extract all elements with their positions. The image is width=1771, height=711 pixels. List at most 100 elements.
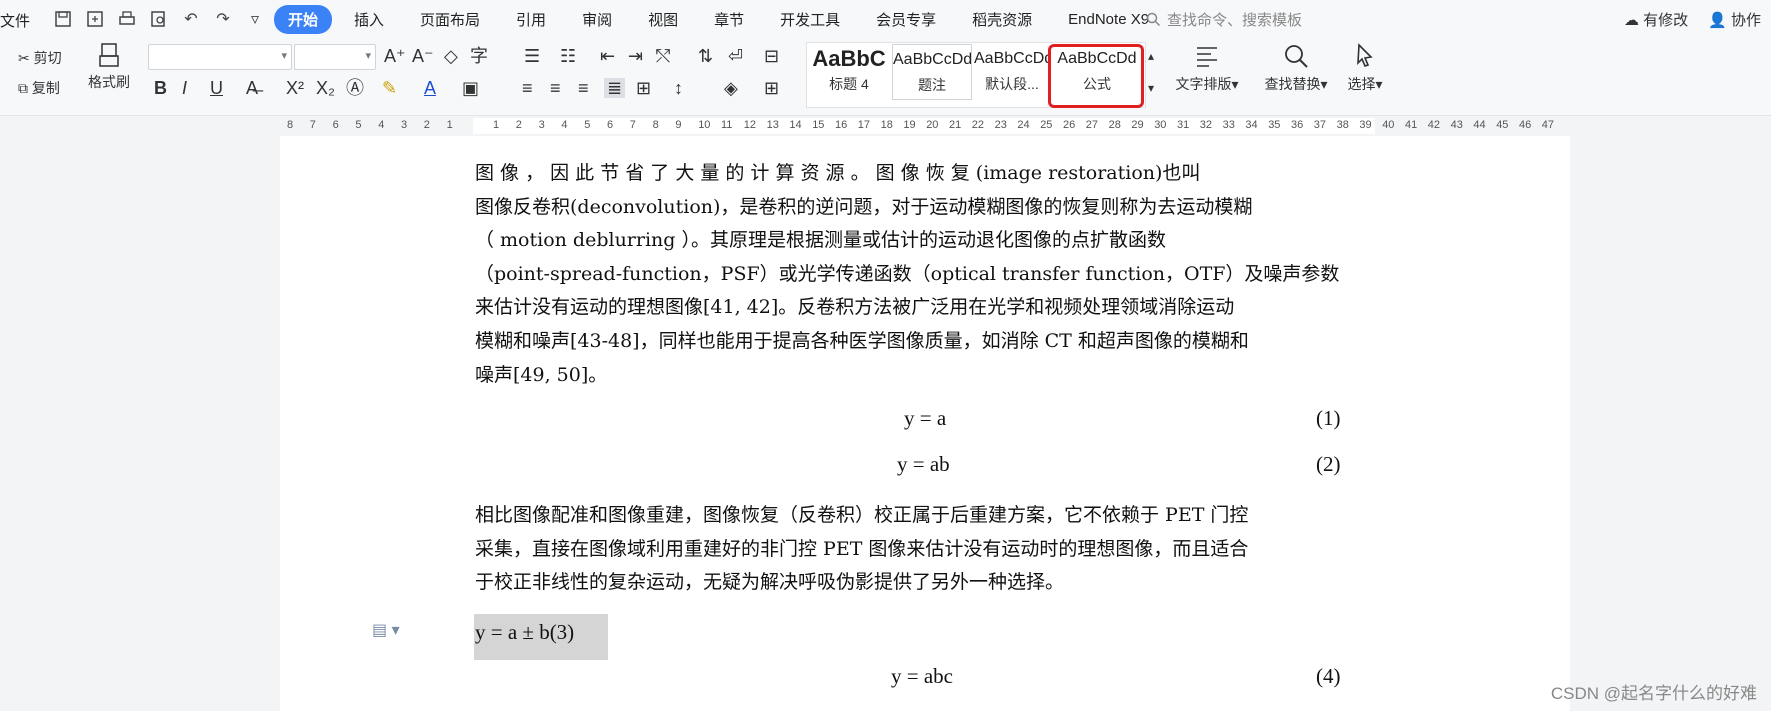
export-icon[interactable] xyxy=(84,8,106,30)
clear-format-icon[interactable]: ◇ xyxy=(444,46,458,66)
undo-icon[interactable]: ↶ xyxy=(180,8,202,30)
text-line: 图 像 ， 因 此 节 省 了 大 量 的 计 算 资 源 。 图 像 恢 复 … xyxy=(475,162,1201,184)
text-line: 模糊和噪声[43-48]，同样也能用于提高各种医学图像质量，如消除 CT 和超声… xyxy=(475,330,1249,352)
paragraph-mark-icon[interactable]: ⏎ xyxy=(728,46,743,66)
tab-docer[interactable]: 稻壳资源 xyxy=(958,5,1046,34)
ruler-tick-label: 6 xyxy=(332,119,339,131)
styles-scroll-down-icon[interactable]: ▾ xyxy=(1148,78,1154,98)
font-name-select[interactable] xyxy=(148,44,292,70)
equation-1-number: (1) xyxy=(1316,406,1341,430)
align-left-icon[interactable]: ≡ xyxy=(522,78,533,98)
ruler-tick-label: 27 xyxy=(1085,119,1099,131)
customize-toolbar-icon[interactable]: ▿ xyxy=(244,8,266,30)
tab-ruler-icon[interactable]: ⊟ xyxy=(764,46,779,66)
char-border-icon[interactable]: ▣ xyxy=(462,78,479,98)
has-changes-button[interactable]: ☁ 有修改 xyxy=(1624,9,1688,30)
ruler-tick-label: 14 xyxy=(789,119,802,131)
borders-icon[interactable]: ⊞ xyxy=(764,78,779,98)
strikethrough-icon[interactable]: A̶ xyxy=(246,78,258,98)
font-size-select[interactable] xyxy=(294,44,376,70)
superscript-icon[interactable]: X² xyxy=(286,78,304,98)
tab-references[interactable]: 引用 xyxy=(502,5,560,34)
style-default-paragraph[interactable]: AaBbCcDd 默认段... xyxy=(974,44,1050,100)
shrink-font-icon[interactable]: A⁻ xyxy=(412,46,434,66)
text-layout-icon xyxy=(1197,47,1217,67)
decrease-indent-icon[interactable]: ⇤ xyxy=(600,46,615,66)
subscript-icon[interactable]: X₂ xyxy=(316,78,335,98)
format-painter-button[interactable]: 格式刷 xyxy=(84,42,134,92)
command-search[interactable]: 查找命令、搜索模板 xyxy=(1146,9,1302,30)
ruler-tick-label: 28 xyxy=(1108,119,1121,131)
select-button[interactable]: 选择▾ xyxy=(1340,42,1390,94)
highlight-icon[interactable]: ✎ xyxy=(382,78,397,98)
equation-2-number: (2) xyxy=(1316,452,1341,476)
increase-indent-icon[interactable]: ⇥ xyxy=(628,46,643,66)
chinese-layout-icon[interactable]: ⤲ xyxy=(656,46,670,66)
search-placeholder: 查找命令、搜索模板 xyxy=(1167,12,1303,29)
ruler-tick-label: 1 xyxy=(446,119,453,131)
ruler-tick-label: 1 xyxy=(493,119,500,131)
phonetic-icon[interactable]: 字 xyxy=(470,46,488,66)
styles-scroll-up-icon[interactable]: ▴ xyxy=(1148,46,1154,66)
horizontal-ruler[interactable]: 8 7 6 5 4 3 2 1 1 2 3 4 5 6 7 8 9 10 11 12 13 14 15 16 17 18 19 20 2… xyxy=(0,116,1771,136)
style-caption[interactable]: AaBbCcDd 题注 xyxy=(892,44,972,100)
redo-icon[interactable]: ↷ xyxy=(212,8,234,30)
ruler-tick-label: 7 xyxy=(629,119,636,131)
ruler-tick-label: 8 xyxy=(652,119,659,131)
tab-section[interactable]: 章节 xyxy=(700,5,758,34)
file-menu[interactable]: 文件 xyxy=(0,10,30,31)
ruler-tick-label: 44 xyxy=(1473,119,1486,131)
style-heading4[interactable]: AaBbC 标题 4 xyxy=(808,44,890,100)
print-preview-icon[interactable] xyxy=(148,8,170,30)
ruler-tick-label: 16 xyxy=(835,119,848,131)
align-center-icon[interactable]: ≡ xyxy=(550,78,561,98)
menu-bar: 文件 ↶ ↷ ▿ 开始 插入 页面布局 引用 审阅 视图 章节 开发工具 会员专… xyxy=(0,0,1771,38)
bold-icon[interactable]: B xyxy=(154,78,167,98)
line-spacing-icon[interactable]: ↕ xyxy=(674,78,683,98)
tab-page-layout[interactable]: 页面布局 xyxy=(406,5,494,34)
ruler-tick-label: 31 xyxy=(1177,119,1190,131)
shading-icon[interactable]: ◈ xyxy=(724,78,738,98)
justify-icon[interactable]: ≣ xyxy=(604,78,626,98)
underline-icon[interactable]: U xyxy=(210,78,223,98)
collaborate-button[interactable]: 👤 协作 xyxy=(1708,9,1761,30)
ruler-tick-label: 30 xyxy=(1154,119,1167,131)
align-right-icon[interactable]: ≡ xyxy=(578,78,589,98)
tab-developer[interactable]: 开发工具 xyxy=(766,5,854,34)
italic-icon[interactable]: I xyxy=(182,78,187,98)
paragraph-handle-icon[interactable]: ▤ ▾ xyxy=(372,620,400,640)
ribbon-tabs: 开始 插入 页面布局 引用 审阅 视图 章节 开发工具 会员专享 稻壳资源 En… xyxy=(274,5,1171,34)
grow-font-icon[interactable]: A⁺ xyxy=(384,46,406,66)
search-icon xyxy=(1146,12,1161,27)
ruler-tick-label: 7 xyxy=(309,119,316,131)
equation-2[interactable]: y = ab xyxy=(897,452,950,477)
ruler-tick-label: 10 xyxy=(698,119,711,131)
tab-member[interactable]: 会员专享 xyxy=(862,5,950,34)
sort-icon[interactable]: ⇅ xyxy=(698,46,713,66)
copy-button[interactable]: ⧉ 复制 xyxy=(18,78,60,98)
bullets-icon[interactable]: ☰ xyxy=(524,46,540,66)
font-color-icon[interactable]: A xyxy=(424,78,436,98)
equation-3-selected[interactable]: y = a ± b(3) xyxy=(475,620,574,645)
tab-home[interactable]: 开始 xyxy=(274,5,333,34)
equation-4-number: (4) xyxy=(1316,664,1341,688)
tab-review[interactable]: 审阅 xyxy=(568,5,626,34)
ruler-tick-label: 23 xyxy=(994,119,1007,131)
ruler-tick-label: 42 xyxy=(1427,119,1441,131)
tab-view[interactable]: 视图 xyxy=(634,5,692,34)
tab-insert[interactable]: 插入 xyxy=(340,5,398,34)
ruler-tick-label: 8 xyxy=(287,119,294,131)
text-layout-button[interactable]: 文字排版▾ xyxy=(1170,42,1244,94)
cut-button[interactable]: ✂ 剪切 xyxy=(18,48,62,68)
text-effect-icon[interactable]: Ⓐ xyxy=(346,78,364,98)
equation-1[interactable]: y = a xyxy=(904,406,946,431)
distribute-icon[interactable]: ⊞ xyxy=(636,78,651,98)
save-icon[interactable] xyxy=(52,8,74,30)
equation-4[interactable]: y = abc xyxy=(891,664,953,689)
find-replace-button[interactable]: 查找替换▾ xyxy=(1258,42,1334,94)
print-icon[interactable] xyxy=(116,8,138,30)
text-line: 于校正非线性的复杂运动，无疑为解决呼吸伪影提供了另外一种选择。 xyxy=(475,571,1065,594)
ruler-tick-label: 36 xyxy=(1291,119,1304,131)
cloud-icon: ☁ xyxy=(1623,12,1639,29)
numbering-icon[interactable]: ☷ xyxy=(560,46,576,66)
